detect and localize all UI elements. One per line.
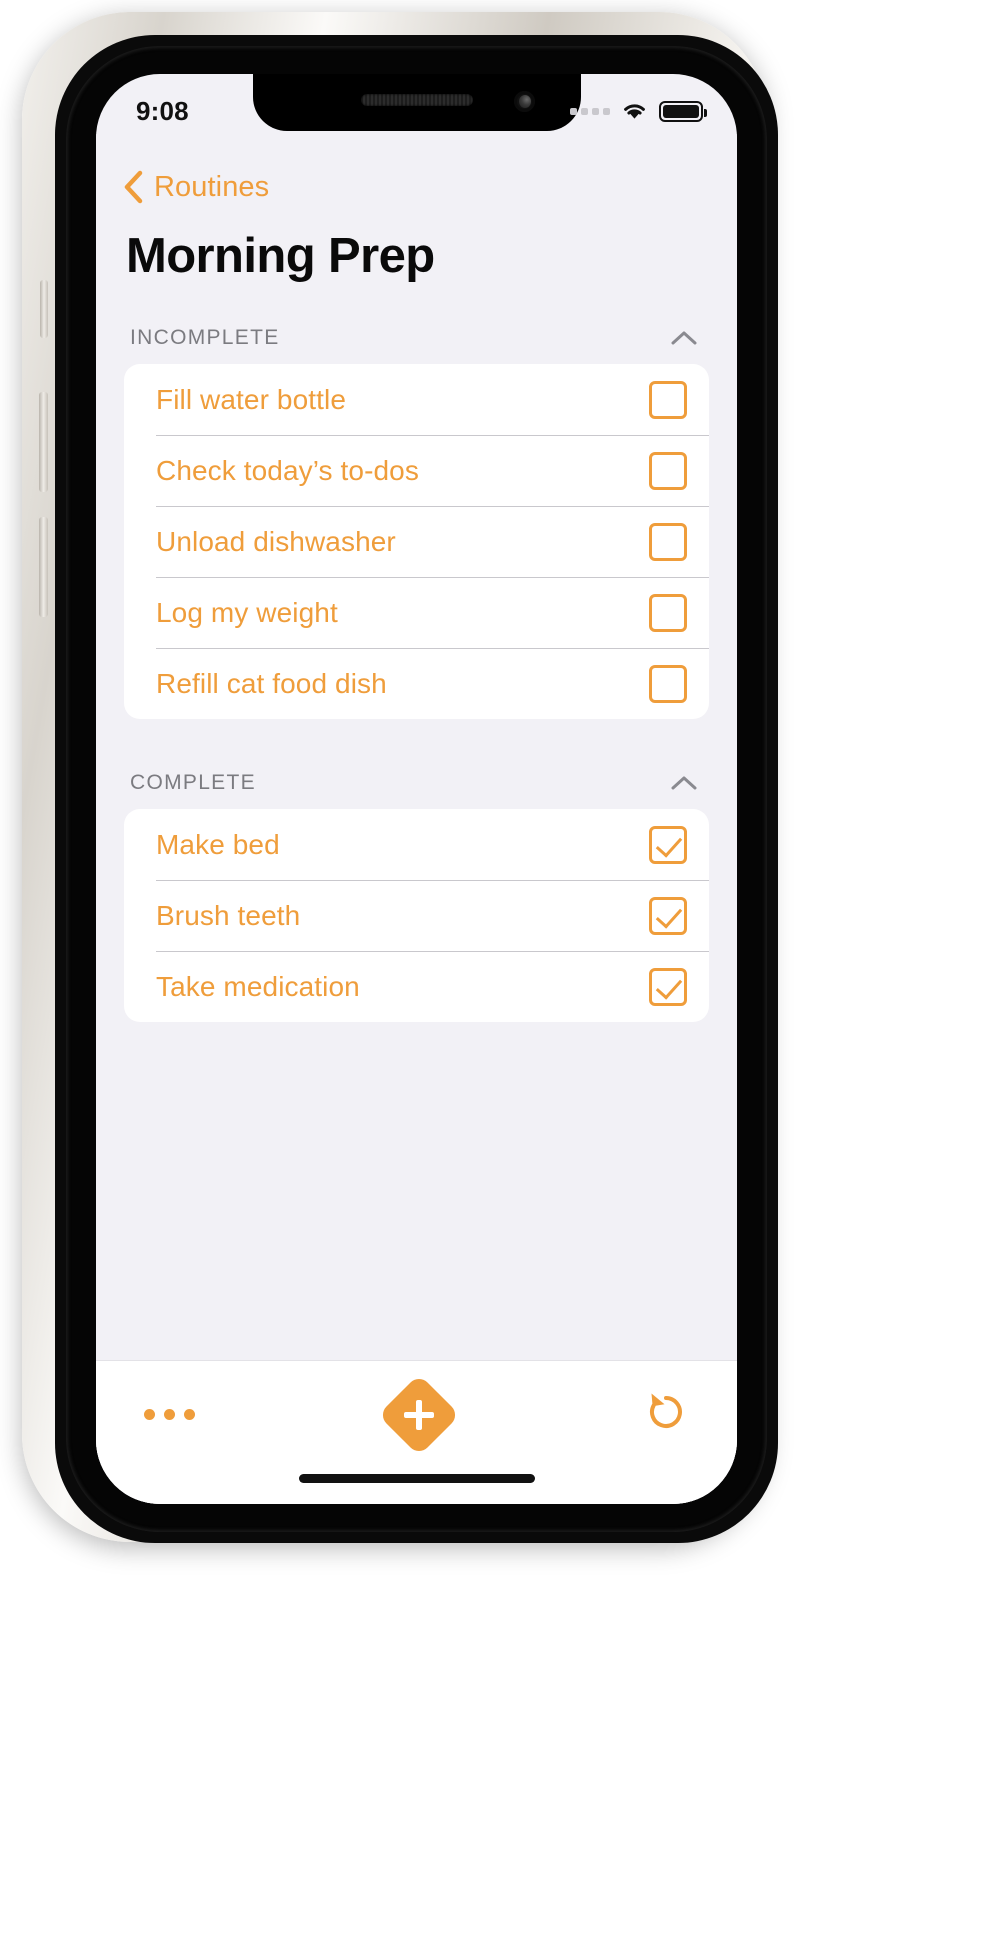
checkbox-checked-icon[interactable]: [649, 896, 687, 935]
chevron-up-icon[interactable]: [671, 775, 697, 791]
checkbox-checked-icon[interactable]: [649, 967, 687, 1006]
task-label: Check today’s to-dos: [156, 454, 419, 486]
device-frame: 9:08 Routines Morning Prep INCOMPLETE Fi…: [22, 12, 778, 1543]
battery-full-icon: [659, 100, 707, 122]
section-header-complete[interactable]: COMPLETE: [96, 719, 737, 809]
section-label: COMPLETE: [130, 771, 256, 794]
list-item[interactable]: Log my weight: [124, 577, 709, 648]
list-item[interactable]: Take medication: [124, 951, 709, 1022]
task-label: Refill cat food dish: [156, 667, 387, 699]
home-indicator[interactable]: [298, 1474, 535, 1483]
status-time: 9:08: [136, 95, 189, 126]
volume-down-button[interactable]: [39, 517, 48, 617]
task-label: Unload dishwasher: [156, 525, 396, 557]
silent-switch[interactable]: [40, 280, 48, 338]
section-header-incomplete[interactable]: INCOMPLETE: [96, 284, 737, 364]
complete-card: Make bed Brush teeth Take medication: [124, 809, 709, 1022]
back-button[interactable]: Routines: [96, 134, 737, 204]
list-item[interactable]: Fill water bottle: [124, 364, 709, 435]
app-content: Routines Morning Prep INCOMPLETE Fill wa…: [96, 134, 737, 1504]
incomplete-card: Fill water bottle Check today’s to-dos U…: [124, 364, 709, 719]
list-item[interactable]: Brush teeth: [124, 880, 709, 951]
list-item[interactable]: Check today’s to-dos: [124, 435, 709, 506]
checkbox-empty-icon[interactable]: [649, 664, 687, 703]
back-label: Routines: [154, 170, 270, 203]
task-label: Make bed: [156, 828, 280, 860]
scroll-area[interactable]: Routines Morning Prep INCOMPLETE Fill wa…: [96, 134, 737, 1360]
bottom-toolbar: [96, 1360, 737, 1468]
chevron-up-icon[interactable]: [671, 330, 697, 346]
checkbox-empty-icon[interactable]: [649, 451, 687, 490]
screenshot-root: 9:08 Routines Morning Prep INCOMPLETE Fi…: [0, 0, 1008, 1952]
more-options-button[interactable]: [144, 1409, 195, 1420]
chevron-left-icon: [122, 170, 144, 204]
list-item[interactable]: Unload dishwasher: [124, 506, 709, 577]
volume-up-button[interactable]: [39, 392, 48, 492]
list-item[interactable]: Refill cat food dish: [124, 648, 709, 719]
plus-diamond-icon: [377, 1373, 461, 1456]
checkbox-empty-icon[interactable]: [649, 593, 687, 632]
task-label: Take medication: [156, 970, 360, 1002]
checkbox-empty-icon[interactable]: [649, 380, 687, 419]
home-indicator-area: [96, 1468, 737, 1504]
section-label: INCOMPLETE: [130, 326, 280, 349]
status-icons: [570, 100, 707, 122]
task-label: Brush teeth: [156, 899, 301, 931]
checkbox-empty-icon[interactable]: [649, 522, 687, 561]
checkbox-checked-icon[interactable]: [649, 825, 687, 864]
ellipsis-icon: [144, 1409, 195, 1420]
list-item[interactable]: Make bed: [124, 809, 709, 880]
wifi-icon: [621, 101, 648, 121]
page-title: Morning Prep: [126, 229, 435, 283]
task-label: Fill water bottle: [156, 383, 346, 415]
signal-dots-icon: [570, 107, 610, 115]
rotate-counterclockwise-icon: [643, 1389, 689, 1440]
status-bar: 9:08: [96, 74, 737, 134]
reset-button[interactable]: [643, 1389, 689, 1440]
add-task-button[interactable]: [377, 1373, 461, 1456]
task-label: Log my weight: [156, 596, 338, 628]
phone-screen: 9:08 Routines Morning Prep INCOMPLETE Fi…: [96, 74, 737, 1504]
